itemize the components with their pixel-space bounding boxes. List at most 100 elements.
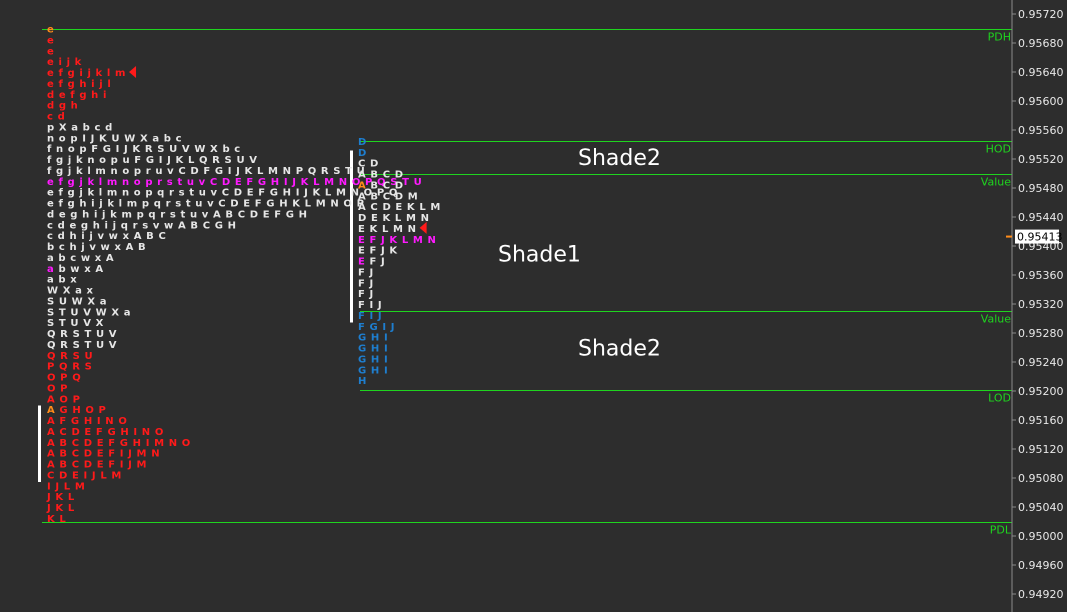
level-label-pdh: PDH	[988, 31, 1011, 44]
right-profile-row: G H I	[358, 354, 388, 365]
tpo-letters: b w x A	[54, 264, 103, 275]
axis-tick-label: 0.95600	[1018, 95, 1064, 108]
axis-tick-label: 0.95280	[1018, 327, 1064, 340]
tpo-letters: G H O P	[55, 405, 106, 416]
axis-tick-label: 0.95720	[1018, 8, 1064, 21]
left-profile-row: f g j k l m n o p r u v C D F G I J K L …	[47, 166, 365, 177]
left-profile-row: A G H O P	[47, 405, 106, 416]
axis-tick-label: 0.95000	[1018, 530, 1064, 543]
tpo-open-letter: A	[358, 180, 366, 191]
axis-tick-label: 0.95680	[1018, 37, 1064, 50]
left-profile-row: J K L	[46, 492, 75, 503]
left-profile-row: A B C D E F G H I M N O	[47, 438, 191, 449]
tpo-open-letter: E	[358, 257, 365, 268]
left-profile-row: e	[47, 25, 54, 36]
left-profile-row: S T U V W X a	[47, 307, 131, 318]
left-profile-row: d e f g h i	[47, 90, 107, 101]
left-profile-row: W X a x	[47, 286, 94, 297]
market-profile-chart: PDHHODValueValueLODPDL eeee i j ke f g i…	[0, 0, 1067, 612]
left-profile-row: e f g h i j l	[47, 79, 111, 90]
right-profile-row: A B C D	[358, 180, 404, 191]
axis-tick-label: 0.95480	[1018, 182, 1064, 195]
left-profile-row: A B C D E F I J M	[47, 460, 147, 471]
tpo-open-letter: a	[47, 264, 54, 275]
left-profile-row: n o p I J K U W X a b c	[47, 133, 182, 144]
right-profile-row: A C D E K L M	[358, 202, 441, 213]
left-profile-row: O P Q	[47, 373, 81, 384]
left-profile-row: d e g h i j k m p q r s t u v A B C D E …	[47, 209, 308, 220]
tpo-open-letter: A	[47, 405, 55, 416]
left-profile-row: A F G H I N O	[47, 416, 127, 427]
axis-tick-label: 0.95080	[1018, 472, 1064, 485]
right-profile-row: F I J	[358, 311, 382, 322]
level-label-hod: HOD	[986, 143, 1011, 156]
left-profile-row: K L	[47, 514, 66, 525]
chart-background	[0, 0, 1067, 612]
left-profile-row: p X a b c d	[47, 122, 113, 133]
left-profile-row: e	[47, 46, 54, 57]
tpo-open-letter: e	[47, 25, 54, 36]
right-profile-row: H	[358, 376, 367, 387]
left-profile-row: d g h	[47, 101, 78, 112]
left-profile-row: A B C D E F I J M N	[47, 449, 160, 460]
right-profile-row: E F J K	[358, 246, 398, 257]
current-price-label: 0.95413	[1017, 231, 1063, 244]
left-profile-row: c d h i j v w x A B C	[47, 231, 166, 242]
axis-tick-label: 0.95640	[1018, 66, 1064, 79]
left-profile-row: Q R S T U V	[47, 340, 117, 351]
left-profile-row: e f g j k l m n o p q r s t u v C D E F …	[47, 188, 398, 199]
left-profile-row: S U W X a	[47, 296, 107, 307]
left-profile-row: a b x	[47, 275, 77, 286]
left-profile-row: O P	[47, 383, 68, 394]
right-profile-row: F G I J	[358, 322, 395, 333]
right-profile-row: G H I	[358, 333, 388, 344]
level-label-lod: LOD	[988, 392, 1011, 405]
right-profile-row: A B C D	[358, 170, 404, 181]
axis-tick-label: 0.95120	[1018, 443, 1064, 456]
left-profile-row: Q R S T U V	[47, 329, 117, 340]
left-profile-row: e f g h i j k l m p q r s t u v C D E F …	[47, 199, 365, 210]
left-profile-row: A O P	[47, 394, 81, 405]
left-profile-row: e	[47, 35, 54, 46]
axis-tick-label: 0.95360	[1018, 269, 1064, 282]
shade-label: Shade1	[498, 242, 581, 267]
axis-tick-label: 0.95160	[1018, 414, 1064, 427]
level-label-pdl: PDL	[990, 524, 1012, 537]
right-profile-row: E K L M N	[358, 224, 417, 235]
tpo-letters: B C D	[366, 180, 403, 191]
left-profile-row: e i j k	[47, 57, 82, 68]
axis-tick-label: 0.95200	[1018, 385, 1064, 398]
left-profile-row: Q R S U	[47, 351, 93, 362]
right-profile-row: F J	[358, 267, 374, 278]
axis-tick-label: 0.94960	[1018, 559, 1064, 572]
left-profile-row: e f g i j k l m	[47, 68, 126, 79]
right-profile-row: E F J K L M N	[358, 235, 437, 246]
shade-label: Shade2	[578, 337, 661, 362]
axis-tick-label: 0.95040	[1018, 501, 1064, 514]
left-profile-row: f n o p F G I J K R S U V W X b c	[47, 144, 241, 155]
axis-tick-label: 0.94920	[1018, 588, 1064, 601]
left-profile-row: c d e g h i j q r s v w A B C G H	[47, 220, 237, 231]
left-profile-row: S T U V X	[47, 318, 104, 329]
right-profile-row: F I J	[358, 300, 382, 311]
right-profile-row: G H I	[358, 344, 388, 355]
tpo-letters: F J	[365, 257, 385, 268]
level-label-value: Value	[981, 176, 1011, 189]
right-profile-row: E F J	[358, 257, 385, 268]
left-profile-row: c d	[47, 112, 65, 123]
left-profile-row: P Q R S	[47, 362, 92, 373]
left-profile-row: A C D E F G H I N O	[47, 427, 164, 438]
left-profile-row: a b c w x A	[47, 253, 114, 264]
right-profile-row: D E K L M N	[358, 213, 430, 224]
right-profile-row: F J	[358, 278, 374, 289]
right-profile-row: A B C D M	[358, 191, 418, 202]
left-profile-row: I J L M	[47, 481, 85, 492]
right-profile-row: D	[358, 137, 367, 148]
right-profile-row: C D	[358, 159, 379, 170]
level-label-value: Value	[981, 313, 1011, 326]
left-profile-row: J K L	[46, 503, 75, 514]
left-profile-row: C D E I J L M	[47, 470, 122, 481]
right-profile-row: G H I	[358, 365, 388, 376]
axis-tick-label: 0.95320	[1018, 298, 1064, 311]
shade-label: Shade2	[578, 146, 661, 171]
